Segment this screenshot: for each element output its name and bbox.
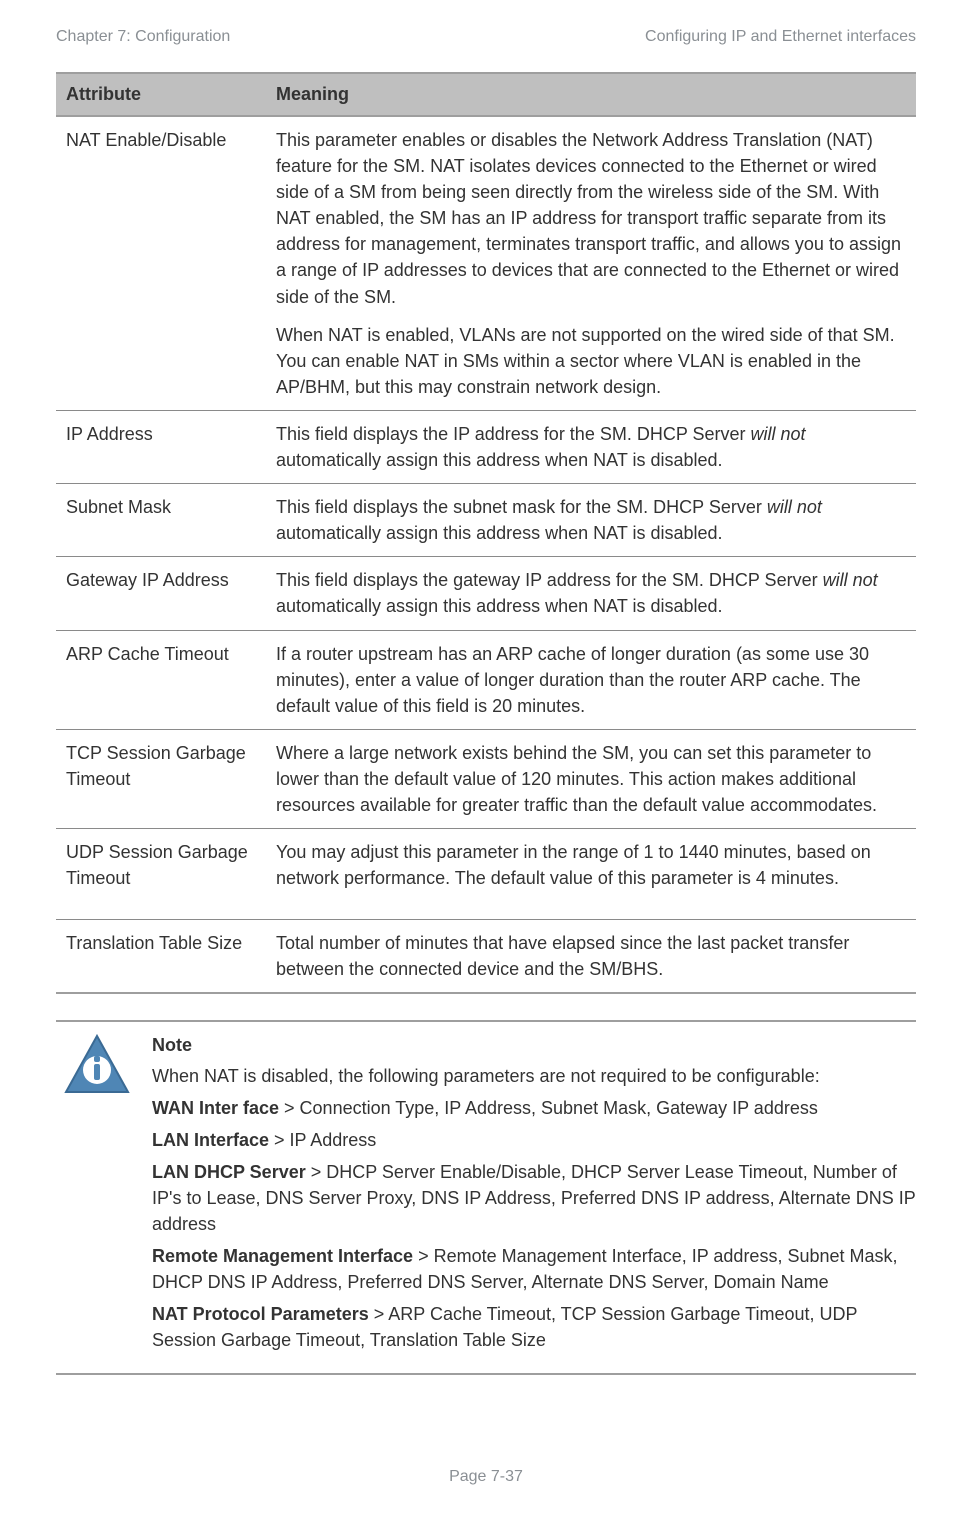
note-body: Note When NAT is disabled, the following… (152, 1032, 916, 1359)
header-left: Chapter 7: Configuration (56, 28, 230, 46)
note-line: WAN Inter face > Connection Type, IP Add… (152, 1095, 916, 1121)
table-row: NAT Enable/Disable This parameter enable… (56, 117, 916, 411)
note-line-bold: Remote Management Interface (152, 1246, 413, 1266)
cell-meaning: This parameter enables or disables the N… (266, 127, 916, 400)
note-intro: When NAT is disabled, the following para… (152, 1063, 916, 1089)
cell-meaning: You may adjust this parameter in the ran… (266, 839, 916, 891)
header-right: Configuring IP and Ethernet interfaces (645, 28, 916, 46)
page-footer: Page 7-37 (0, 1468, 972, 1486)
cell-meaning: This field displays the subnet mask for … (266, 494, 916, 546)
note-icon (62, 1032, 132, 1102)
note-line-bold: NAT Protocol Parameters (152, 1304, 369, 1324)
note-line: Remote Management Interface > Remote Man… (152, 1243, 916, 1295)
note-icon-wrap (56, 1032, 134, 1359)
emphasis: will not (823, 570, 878, 590)
cell-attribute: TCP Session Garbage Timeout (56, 740, 266, 818)
meaning-text: This field displays the gateway IP addre… (276, 567, 910, 619)
note-title: Note (152, 1032, 916, 1058)
cell-meaning: This field displays the gateway IP addre… (266, 567, 916, 619)
cell-attribute: IP Address (56, 421, 266, 473)
cell-attribute: NAT Enable/Disable (56, 127, 266, 400)
table-row: UDP Session Garbage Timeout You may adju… (56, 829, 916, 920)
cell-meaning: Where a large network exists behind the … (266, 740, 916, 818)
th-attribute: Attribute (56, 74, 266, 115)
meaning-text: This field displays the subnet mask for … (276, 494, 910, 546)
table-row: ARP Cache Timeout If a router upstream h… (56, 631, 916, 730)
meaning-text: When NAT is enabled, VLANs are not suppo… (276, 322, 910, 400)
meaning-text: If a router upstream has an ARP cache of… (276, 641, 910, 719)
th-meaning: Meaning (266, 74, 916, 115)
cell-meaning: Total number of minutes that have elapse… (266, 930, 916, 982)
note-line: LAN Interface > IP Address (152, 1127, 916, 1153)
note-line: NAT Protocol Parameters > ARP Cache Time… (152, 1301, 916, 1353)
page-header: Chapter 7: Configuration Configuring IP … (56, 28, 916, 46)
cell-meaning: If a router upstream has an ARP cache of… (266, 641, 916, 719)
table-row: TCP Session Garbage Timeout Where a larg… (56, 730, 916, 829)
cell-attribute: Translation Table Size (56, 930, 266, 982)
cell-attribute: Subnet Mask (56, 494, 266, 546)
cell-attribute: Gateway IP Address (56, 567, 266, 619)
cell-meaning: This field displays the IP address for t… (266, 421, 916, 473)
attributes-table: Attribute Meaning NAT Enable/Disable Thi… (56, 72, 916, 994)
emphasis: will not (751, 424, 806, 444)
emphasis: will not (767, 497, 822, 517)
meaning-text: You may adjust this parameter in the ran… (276, 839, 910, 891)
table-row: IP Address This field displays the IP ad… (56, 411, 916, 484)
note-box: Note When NAT is disabled, the following… (56, 1020, 916, 1375)
note-line-bold: LAN DHCP Server (152, 1162, 306, 1182)
table-header-row: Attribute Meaning (56, 74, 916, 117)
cell-attribute: ARP Cache Timeout (56, 641, 266, 719)
meaning-text: Where a large network exists behind the … (276, 740, 910, 818)
table-row: Translation Table Size Total number of m… (56, 920, 916, 992)
meaning-text: Total number of minutes that have elapse… (276, 930, 910, 982)
meaning-text: This field displays the IP address for t… (276, 421, 910, 473)
table-row: Gateway IP Address This field displays t… (56, 557, 916, 630)
note-line-bold: LAN Interface (152, 1130, 269, 1150)
note-line: LAN DHCP Server > DHCP Server Enable/Dis… (152, 1159, 916, 1237)
meaning-text: This parameter enables or disables the N… (276, 127, 910, 310)
table-row: Subnet Mask This field displays the subn… (56, 484, 916, 557)
cell-attribute: UDP Session Garbage Timeout (56, 839, 266, 891)
note-line-bold: WAN Inter face (152, 1098, 279, 1118)
